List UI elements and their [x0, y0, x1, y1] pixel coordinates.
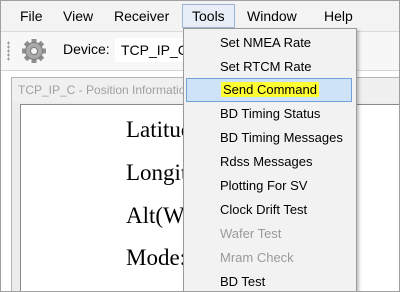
toolbar-grip[interactable]: [7, 41, 10, 61]
menu-file[interactable]: File: [11, 4, 52, 28]
menu-view[interactable]: View: [54, 4, 102, 28]
menu-receiver[interactable]: Receiver: [105, 4, 178, 28]
menu-item-mram-check: Mram Check: [220, 250, 294, 265]
device-label: Device:: [63, 41, 110, 57]
tools-dropdown-menu: Set NMEA Rate Set RTCM Rate Send Command…: [183, 28, 357, 291]
menu-item-bd-timing-status[interactable]: BD Timing Status: [186, 102, 352, 126]
menu-item-wafer-test: Wafer Test: [220, 226, 282, 241]
menu-item-rdss-messages[interactable]: Rdss Messages: [186, 150, 352, 174]
send-command-label: Send Command: [221, 82, 319, 97]
menu-item-plotting-for-sv[interactable]: Plotting For SV: [186, 174, 352, 198]
menu-item-bd-test[interactable]: BD Test: [186, 270, 352, 291]
menu-item-set-rtcm-rate[interactable]: Set RTCM Rate: [186, 55, 352, 79]
mode-label: Mode:: [126, 245, 187, 270]
gear-icon[interactable]: [17, 36, 51, 66]
menu-item-send-command[interactable]: Send Command: [186, 78, 352, 102]
menu-help[interactable]: Help: [315, 4, 362, 28]
app-window: File View Receiver Tools Window Help Dev…: [0, 0, 400, 292]
menu-window[interactable]: Window: [238, 4, 306, 28]
menu-tools[interactable]: Tools: [182, 4, 235, 28]
menu-item-bd-timing-messages[interactable]: BD Timing Messages: [186, 126, 352, 150]
menu-item-clock-drift-test[interactable]: Clock Drift Test: [186, 198, 352, 222]
menu-item-set-nmea-rate[interactable]: Set NMEA Rate: [186, 31, 352, 55]
